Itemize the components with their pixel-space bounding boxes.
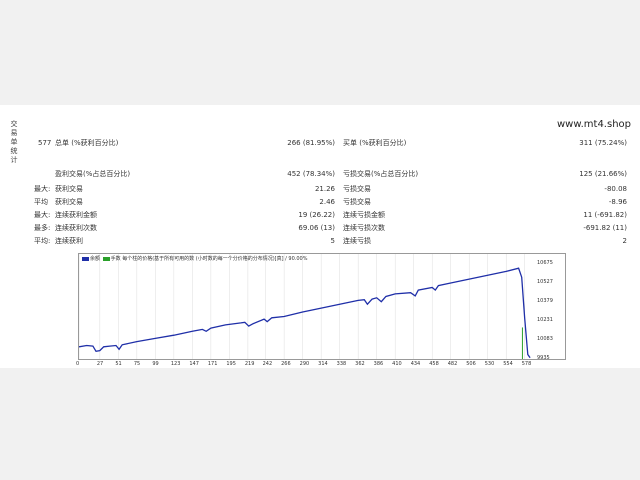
stat-right-value: 11 (-691.82)	[583, 211, 627, 219]
x-tick-label: 219	[244, 361, 255, 367]
x-tick-label: 75	[133, 361, 141, 367]
brand-label: www.mt4.shop	[556, 119, 631, 130]
stat-right-value: -80.08	[604, 185, 627, 193]
stat-right-label: 亏损交易	[343, 185, 371, 193]
x-tick-label: 314	[318, 361, 328, 367]
x-tick-label: 506	[466, 361, 476, 367]
x-tick-label: 554	[503, 361, 513, 367]
x-tick-label: 530	[484, 361, 495, 367]
stat-right-value: -691.82 (11)	[583, 224, 627, 232]
x-tick-label: 27	[96, 361, 104, 367]
x-tick-label: 171	[207, 361, 218, 367]
stat-left-label: 连续获利次数	[55, 224, 97, 232]
balance-line	[79, 267, 531, 359]
x-tick-label: 147	[189, 361, 199, 367]
x-tick-label: 290	[299, 361, 310, 367]
stat-right-label: 连续亏损金额	[343, 211, 385, 219]
x-tick-label: 386	[373, 361, 384, 367]
stat-left-value: 5	[330, 237, 335, 245]
y-tick-label: 10379	[537, 297, 553, 304]
legend-balance-label: 余额	[90, 256, 101, 262]
legend-text: 每个柱的价格(基于所有可用的数 (小时数的每一个分价格的分布情况)[真] / 9…	[122, 256, 308, 262]
stats-row: 盈利交易(%占总百分比) 452 (78.34%) 亏损交易(%占总百分比) 1…	[0, 168, 640, 180]
legend-lots-swatch	[102, 256, 110, 261]
stat-right-value: 125 (21.66%)	[579, 170, 627, 178]
stat-left-value: 19 (26.22)	[298, 211, 335, 219]
x-tick-label: 266	[281, 361, 291, 367]
x-tick-label: 123	[170, 361, 181, 367]
y-tick-label: 9935	[537, 355, 550, 361]
y-tick-label: 10675	[537, 259, 553, 266]
x-tick-label: 482	[447, 361, 458, 367]
chart-legend: 余额 手数 每个柱的价格(基于所有可用的数 (小时数的每一个分价格的分布情况)[…	[81, 255, 308, 262]
y-tick-label: 10083	[537, 335, 553, 342]
x-tick-label: 410	[392, 361, 402, 367]
stat-left-prefix: 最大:	[34, 185, 51, 193]
stat-left-prefix: 最大:	[34, 211, 51, 219]
y-tick-label: 10231	[537, 316, 553, 323]
stat-left-value: 69.06 (13)	[298, 224, 335, 232]
stat-right-value: 311 (75.24%)	[579, 139, 627, 147]
stat-left-prefix: 平均:	[34, 237, 51, 245]
x-tick-label: 338	[336, 361, 347, 367]
stats-row: 平均: 连续获利 5 连续亏损 2	[0, 235, 640, 247]
stat-left-label: 盈利交易(%占总百分比)	[55, 170, 131, 178]
stat-left-label: 连续获利金额	[55, 211, 97, 219]
stat-right-label: 连续亏损次数	[343, 224, 385, 232]
stat-left-value: 2.46	[319, 198, 335, 206]
x-tick-label: 458	[429, 361, 439, 367]
stat-left-prefix: 577	[38, 139, 52, 147]
x-tick-label: 578	[521, 361, 532, 367]
stat-right-label: 亏损交易	[343, 198, 371, 206]
stats-row: 最大: 获利交易 21.26 亏损交易 -80.08	[0, 183, 640, 195]
y-tick-label: 10527	[537, 278, 553, 285]
legend-lots-label: 手数	[110, 256, 121, 262]
stat-left-value: 21.26	[314, 185, 335, 193]
stat-right-value: 2	[622, 237, 627, 245]
stat-left-label: 获利交易	[55, 185, 83, 193]
stat-left-label: 总单 (%获利百分比)	[55, 139, 119, 147]
stat-right-label: 亏损交易(%占总百分比)	[343, 170, 419, 178]
stats-row: 平均 获利交易 2.46 亏损交易 -8.96	[0, 196, 640, 208]
x-tick-label: 0	[76, 361, 80, 367]
stats-row: 577 总单 (%获利百分比) 266 (81.95%) 买单 (%获利百分比)…	[0, 137, 640, 149]
stats-row: 最大: 连续获利金额 19 (26.22) 连续亏损金额 11 (-691.82…	[0, 209, 640, 221]
stat-left-value: 266 (81.95%)	[287, 139, 335, 147]
x-tick-label: 434	[410, 361, 421, 367]
x-tick-label: 242	[262, 361, 273, 367]
x-tick-label: 195	[226, 361, 236, 367]
legend-balance-swatch	[82, 256, 89, 261]
stat-left-label: 获利交易	[55, 198, 83, 206]
stats-row: 最多: 连续获利次数 69.06 (13) 连续亏损次数 -691.82 (11…	[0, 222, 640, 234]
stat-left-value: 452 (78.34%)	[287, 170, 335, 178]
balance-chart	[78, 253, 566, 360]
stat-left-prefix: 最多:	[34, 224, 51, 232]
stat-right-label: 买单 (%获利百分比)	[343, 139, 407, 147]
x-tick-label: 362	[355, 361, 365, 367]
x-tick-label: 99	[152, 361, 159, 367]
chart-plot	[79, 254, 531, 359]
stat-right-label: 连续亏损	[343, 237, 371, 245]
stat-right-value: -8.96	[608, 198, 627, 206]
stat-left-label: 连续获利	[55, 237, 83, 245]
stat-left-prefix: 平均	[34, 198, 48, 206]
x-tick-label: 51	[115, 361, 122, 367]
